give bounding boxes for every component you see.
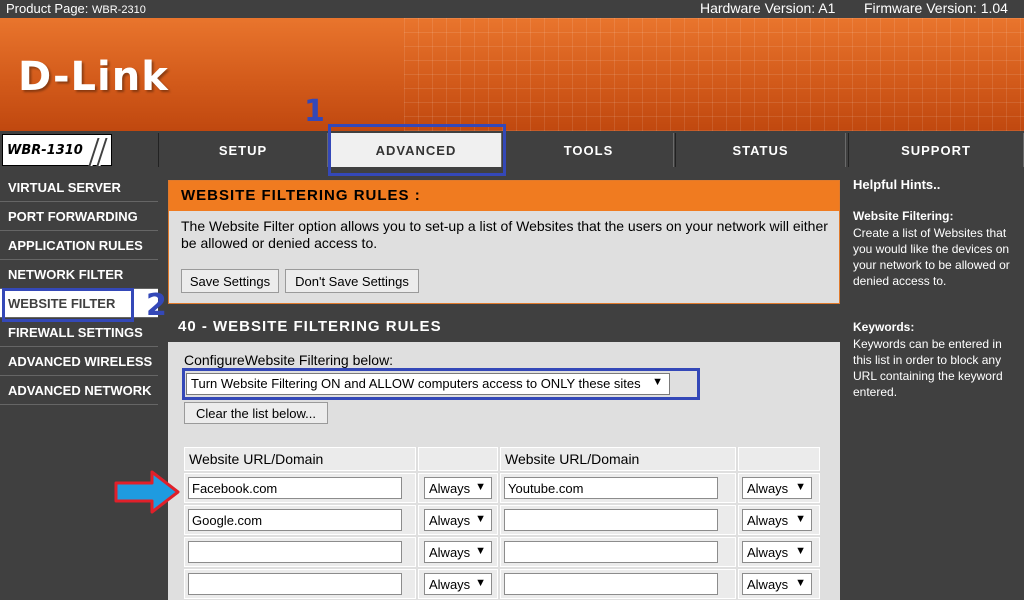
tab-status[interactable]: STATUS xyxy=(675,133,846,167)
dropdown-arrow-icon: ▼ xyxy=(795,545,806,557)
model-name: WBR-1310 xyxy=(7,143,83,158)
tab-support[interactable]: SUPPORT xyxy=(848,133,1024,167)
schedule-select-right-1[interactable]: Always ▼ xyxy=(742,477,812,499)
url-input-left-2[interactable]: Google.com xyxy=(188,509,402,531)
sidebar-item-advanced-wireless[interactable]: ADVANCED WIRELESS xyxy=(0,347,158,376)
rules-panel-title: WEBSITE FILTERING RULES : xyxy=(169,181,839,211)
hint-website-filtering-text: Create a list of Websites that you would… xyxy=(853,226,1010,288)
annotation-box-filter-mode xyxy=(182,368,700,400)
url-input-right-1[interactable]: Youtube.com xyxy=(504,477,718,499)
url-table: Website URL/Domain Website URL/Domain Fa… xyxy=(184,447,820,600)
schedule-value: Always xyxy=(429,545,471,560)
column-header-schedule xyxy=(738,447,820,471)
schedule-value: Always xyxy=(747,545,789,560)
top-info-bar: Product Page: WBR-2310 Hardware Version:… xyxy=(0,0,1024,18)
header-banner: D-Link xyxy=(0,18,1024,131)
url-input-right-4[interactable] xyxy=(504,573,718,595)
schedule-select-left-4[interactable]: Always ▼ xyxy=(424,573,492,595)
dlink-logo: D-Link xyxy=(18,54,169,100)
clear-list-button[interactable]: Clear the list below... xyxy=(184,402,328,424)
dropdown-arrow-icon: ▼ xyxy=(475,481,486,493)
schedule-value: Always xyxy=(429,481,471,496)
dropdown-arrow-icon: ▼ xyxy=(795,513,806,525)
product-page: Product Page: WBR-2310 xyxy=(6,1,146,16)
column-header-schedule xyxy=(418,447,498,471)
sidebar-item-firewall-settings[interactable]: FIREWALL SETTINGS xyxy=(0,318,158,347)
dropdown-arrow-icon: ▼ xyxy=(475,545,486,557)
annotation-step-2: 2 xyxy=(146,288,167,323)
product-model: WBR-2310 xyxy=(92,4,146,16)
dropdown-arrow-icon: ▼ xyxy=(795,481,806,493)
schedule-value: Always xyxy=(747,481,789,496)
schedule-value: Always xyxy=(747,513,789,528)
schedule-value: Always xyxy=(429,577,471,592)
dropdown-arrow-icon: ▼ xyxy=(475,577,486,589)
save-settings-button[interactable]: Save Settings xyxy=(181,269,279,293)
website-filtering-rules-panel: WEBSITE FILTERING RULES : The Website Fi… xyxy=(168,180,840,304)
pointer-arrow-icon xyxy=(114,470,180,514)
tab-tools[interactable]: TOOLS xyxy=(503,133,674,167)
left-sidebar: VIRTUAL SERVER PORT FORWARDING APPLICATI… xyxy=(0,169,158,600)
schedule-select-left-3[interactable]: Always ▼ xyxy=(424,541,492,563)
sidebar-item-advanced-network[interactable]: ADVANCED NETWORK xyxy=(0,376,158,405)
url-input-left-3[interactable] xyxy=(188,541,402,563)
model-badge: WBR-1310 xyxy=(2,134,112,166)
firmware-version: Firmware Version: 1.04 xyxy=(864,0,1008,16)
schedule-select-right-2[interactable]: Always ▼ xyxy=(742,509,812,531)
hardware-version: Hardware Version: A1 xyxy=(700,0,836,16)
schedule-select-right-4[interactable]: Always ▼ xyxy=(742,573,812,595)
schedule-select-left-1[interactable]: Always ▼ xyxy=(424,477,492,499)
sidebar-item-virtual-server[interactable]: VIRTUAL SERVER xyxy=(0,173,158,202)
filter-list-panel: 40 - WEBSITE FILTERING RULES ConfigureWe… xyxy=(168,312,840,600)
schedule-select-right-3[interactable]: Always ▼ xyxy=(742,541,812,563)
url-input-left-4[interactable] xyxy=(188,573,402,595)
tab-setup[interactable]: SETUP xyxy=(158,133,328,167)
hint-keywords-text: Keywords can be entered in this list in … xyxy=(853,337,1003,399)
filter-list-title: 40 - WEBSITE FILTERING RULES xyxy=(168,312,840,342)
url-input-right-3[interactable] xyxy=(504,541,718,563)
dropdown-arrow-icon: ▼ xyxy=(475,513,486,525)
main-navigation: WBR-1310 SETUP ADVANCED TOOLS STATUS SUP… xyxy=(0,131,1024,169)
dont-save-settings-button[interactable]: Don't Save Settings xyxy=(285,269,419,293)
configure-label: ConfigureWebsite Filtering below: xyxy=(184,352,394,368)
dropdown-arrow-icon: ▼ xyxy=(795,577,806,589)
annotation-box-website-filter xyxy=(2,288,134,322)
column-header-url: Website URL/Domain xyxy=(184,447,416,471)
sidebar-item-port-forwarding[interactable]: PORT FORWARDING xyxy=(0,202,158,231)
helpful-hints-panel: Helpful Hints.. Website Filtering: Creat… xyxy=(848,169,1024,600)
annotation-box-advanced-tab xyxy=(328,124,506,176)
hint-website-filtering-title: Website Filtering: xyxy=(853,209,954,223)
rules-description: The Website Filter option allows you to … xyxy=(181,218,828,251)
url-input-left-1[interactable]: Facebook.com xyxy=(188,477,402,499)
schedule-select-left-2[interactable]: Always ▼ xyxy=(424,509,492,531)
product-label: Product Page: xyxy=(6,1,89,16)
url-input-right-2[interactable] xyxy=(504,509,718,531)
column-header-url: Website URL/Domain xyxy=(500,447,736,471)
sidebar-item-application-rules[interactable]: APPLICATION RULES xyxy=(0,231,158,260)
banner-grid-pattern xyxy=(404,18,1024,131)
schedule-value: Always xyxy=(429,513,471,528)
hints-title: Helpful Hints.. xyxy=(853,177,941,192)
schedule-value: Always xyxy=(747,577,789,592)
sidebar-item-network-filter[interactable]: NETWORK FILTER xyxy=(0,260,158,289)
annotation-step-1: 1 xyxy=(304,94,325,129)
hint-keywords-title: Keywords: xyxy=(853,320,915,334)
